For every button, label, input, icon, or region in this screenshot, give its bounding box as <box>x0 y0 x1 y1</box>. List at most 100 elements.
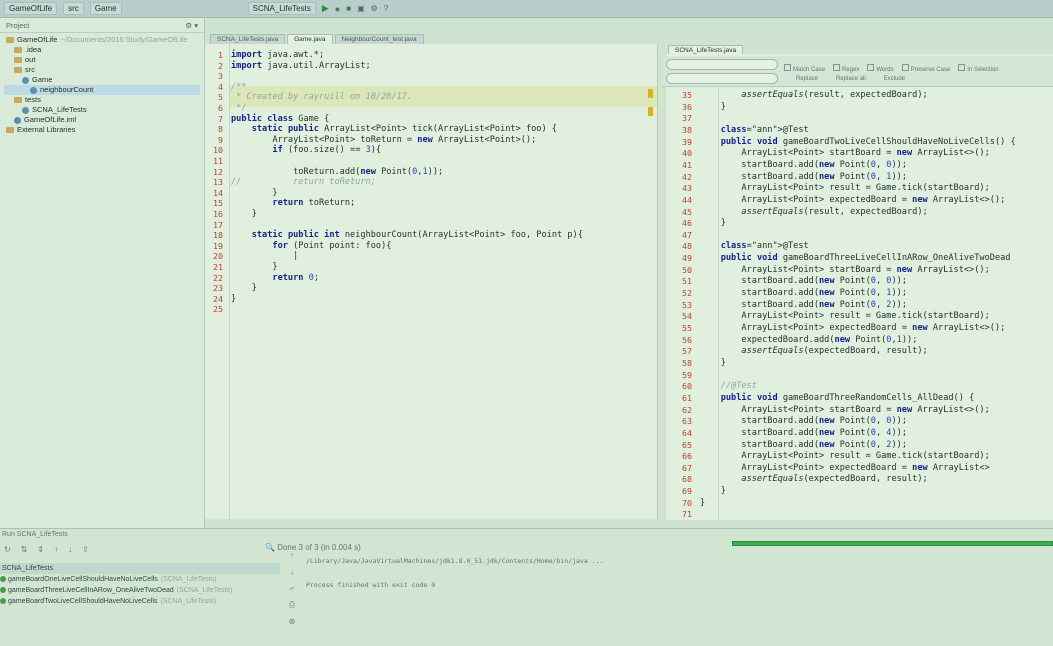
code-line[interactable]: ArrayList<Point> startBoard = new ArrayL… <box>700 405 989 416</box>
console-output[interactable]: /Library/Java/JavaVirtualMachines/jdk1.8… <box>306 555 603 591</box>
code-line[interactable]: startBoard.add(new Point(0, 0)); <box>700 416 907 427</box>
breadcrumb-src[interactable]: src <box>63 2 84 15</box>
warning-marker[interactable] <box>648 89 653 98</box>
code-line[interactable]: } <box>700 498 705 509</box>
code-line[interactable]: } <box>231 262 277 273</box>
code-line[interactable]: startBoard.add(new Point(0, 2)); <box>700 440 907 451</box>
panel-gear-icon[interactable]: ⚙ ▾ <box>185 21 198 30</box>
code-line[interactable]: } <box>231 209 257 220</box>
tree-item[interactable]: Game <box>4 75 200 85</box>
code-line[interactable]: startBoard.add(new Point(0, 4)); <box>700 428 907 439</box>
code-line[interactable]: //@Test <box>700 381 757 392</box>
code-line[interactable]: ArrayList<Point> startBoard = new ArrayL… <box>700 148 989 159</box>
warning-marker[interactable] <box>648 107 653 116</box>
code-line[interactable]: public void gameBoardTwoLiveCellShouldHa… <box>700 137 1016 148</box>
code-line[interactable]: startBoard.add(new Point(0, 1)); <box>700 288 907 299</box>
test-suite-root[interactable]: SCNA_LifeTests <box>0 563 280 574</box>
code-line[interactable]: class="ann">@Test <box>700 241 809 252</box>
code-line[interactable]: return toReturn; <box>231 198 355 209</box>
test-result-row[interactable]: gameBoardTwoLiveCellShouldHaveNoLiveCell… <box>0 596 280 607</box>
code-line[interactable]: assertEquals(result, expectedBoard); <box>700 90 927 101</box>
tree-item[interactable]: src <box>4 65 200 75</box>
code-line[interactable]: } <box>231 283 257 294</box>
tree-item[interactable]: GameOfLife ~/Documents/2016 Study/GameOfL… <box>4 35 200 45</box>
find-input[interactable] <box>666 59 778 70</box>
code-line[interactable]: } <box>231 188 277 199</box>
code-line[interactable]: assertEquals(result, expectedBoard); <box>700 207 927 218</box>
search-option-checkbox[interactable]: Preserve Case <box>901 64 950 73</box>
code-line[interactable]: static public int neighbourCount(ArrayLi… <box>231 230 583 241</box>
arrow-up-icon[interactable]: ↑ <box>290 551 294 560</box>
code-line[interactable]: ArrayList<Point> result = Game.tick(star… <box>700 451 989 462</box>
run-config-select[interactable]: SCNA_LifeTests <box>247 2 316 15</box>
code-line[interactable]: ArrayList<Point> expectedBoard = new Arr… <box>700 195 1005 206</box>
code-line[interactable]: startBoard.add(new Point(0, 0)); <box>700 276 907 287</box>
code-line[interactable]: public void gameBoardThreeLiveCellInARow… <box>700 253 1011 264</box>
replace-action-button[interactable]: Replace all <box>836 76 866 82</box>
search-option-checkbox[interactable]: Words <box>867 64 894 73</box>
code-line[interactable]: assertEquals(expectedBoard, result); <box>700 474 927 485</box>
code-line[interactable]: public void gameBoardThreeRandomCells_Al… <box>700 393 975 404</box>
arrow-down-icon[interactable]: ↓ <box>290 567 294 576</box>
code-line[interactable]: } <box>700 486 726 497</box>
tree-item[interactable]: GameOfLife.iml <box>4 115 200 125</box>
print-icon[interactable]: ⎙ <box>289 600 295 610</box>
coverage-icon[interactable]: ■ <box>346 4 351 13</box>
code-line[interactable]: return 0; <box>231 273 319 284</box>
code-line[interactable]: expectedBoard.add(new Point(0,1)); <box>700 335 917 346</box>
tree-item[interactable]: out <box>4 55 200 65</box>
code-line[interactable]: if (foo.size() == 3){ <box>231 145 381 156</box>
code-line[interactable]: startBoard.add(new Point(0, 0)); <box>700 160 907 171</box>
editor-game-java[interactable]: 1 import java.awt.*; 2 import java.util.Arr… <box>205 44 657 519</box>
code-line[interactable]: ArrayList<Point> toReturn = new ArrayLis… <box>231 135 536 146</box>
project-panel-title[interactable]: Project <box>6 21 29 30</box>
code-line[interactable]: // return toReturn; <box>231 177 376 188</box>
help-icon[interactable]: ? <box>384 4 388 13</box>
editor-tests-java[interactable]: 35 assertEquals(result, expectedBoard); 3… <box>666 54 1053 520</box>
tree-item[interactable]: neighbourCount <box>4 85 200 95</box>
breadcrumb-project[interactable]: GameOfLife <box>4 2 58 15</box>
code-line[interactable]: toReturn.add(new Point(0,1)); <box>231 167 443 178</box>
export-icon[interactable]: ⇪ <box>82 545 89 554</box>
code-line[interactable]: * Created by rayruill on 10/28/17. <box>231 92 412 103</box>
settings-icon[interactable]: ⚙ <box>371 4 378 13</box>
code-line[interactable]: } <box>700 218 726 229</box>
expand-icon[interactable]: ⇕ <box>37 545 44 554</box>
search-option-checkbox[interactable]: Regex <box>833 64 859 73</box>
code-line[interactable]: public class Game { <box>231 114 329 125</box>
code-line[interactable]: } <box>231 294 236 305</box>
sort-icon[interactable]: ⇅ <box>21 545 28 554</box>
down-icon[interactable]: ↓ <box>68 545 72 554</box>
code-line[interactable]: import java.awt.*; <box>231 50 324 61</box>
code-line[interactable]: | <box>231 251 298 262</box>
code-line[interactable]: ArrayList<Point> startBoard = new ArrayL… <box>700 265 989 276</box>
test-result-row[interactable]: gameBoardThreeLiveCellInARow_OneAliveTwo… <box>0 585 280 596</box>
code-line[interactable]: /** <box>231 82 247 93</box>
code-line[interactable]: startBoard.add(new Point(0, 1)); <box>700 172 907 183</box>
code-line[interactable]: } <box>700 102 726 113</box>
wrap-icon[interactable]: ⤶ <box>290 583 294 593</box>
code-line[interactable]: class="ann">@Test <box>700 125 809 136</box>
clear-icon[interactable]: ⊗ <box>289 617 296 626</box>
code-line[interactable]: */ <box>231 103 246 114</box>
code-line[interactable]: ArrayList<Point> result = Game.tick(star… <box>700 311 989 322</box>
code-line[interactable]: import java.util.ArrayList; <box>231 61 371 72</box>
up-icon[interactable]: ↑ <box>54 545 58 554</box>
code-line[interactable]: assertEquals(expectedBoard, result); <box>700 346 927 357</box>
debug-icon[interactable]: ● <box>335 4 340 14</box>
breadcrumb-game[interactable]: Game <box>89 2 122 15</box>
code-line[interactable]: ArrayList<Point> expectedBoard = new Arr… <box>700 323 1005 334</box>
editor-tab[interactable]: Game.java <box>287 34 333 44</box>
replace-action-button[interactable]: Replace <box>796 76 818 82</box>
tree-item[interactable]: SCNA_LifeTests <box>4 105 200 115</box>
search-option-checkbox[interactable]: In Selection <box>958 64 999 73</box>
tree-item[interactable]: External Libraries <box>4 125 200 135</box>
code-line[interactable]: ArrayList<Point> expectedBoard = new Arr… <box>700 463 989 474</box>
tree-item[interactable]: .idea <box>4 45 200 55</box>
editor-tab[interactable]: SCNA_LifeTests.java <box>210 34 286 44</box>
code-line[interactable]: for (Point point: foo){ <box>231 241 391 252</box>
search-option-checkbox[interactable]: Match Case <box>784 64 825 73</box>
code-line[interactable]: } <box>700 358 726 369</box>
code-line[interactable]: ArrayList<Point> result = Game.tick(star… <box>700 183 989 194</box>
run-icon[interactable]: ▶ <box>322 3 329 14</box>
